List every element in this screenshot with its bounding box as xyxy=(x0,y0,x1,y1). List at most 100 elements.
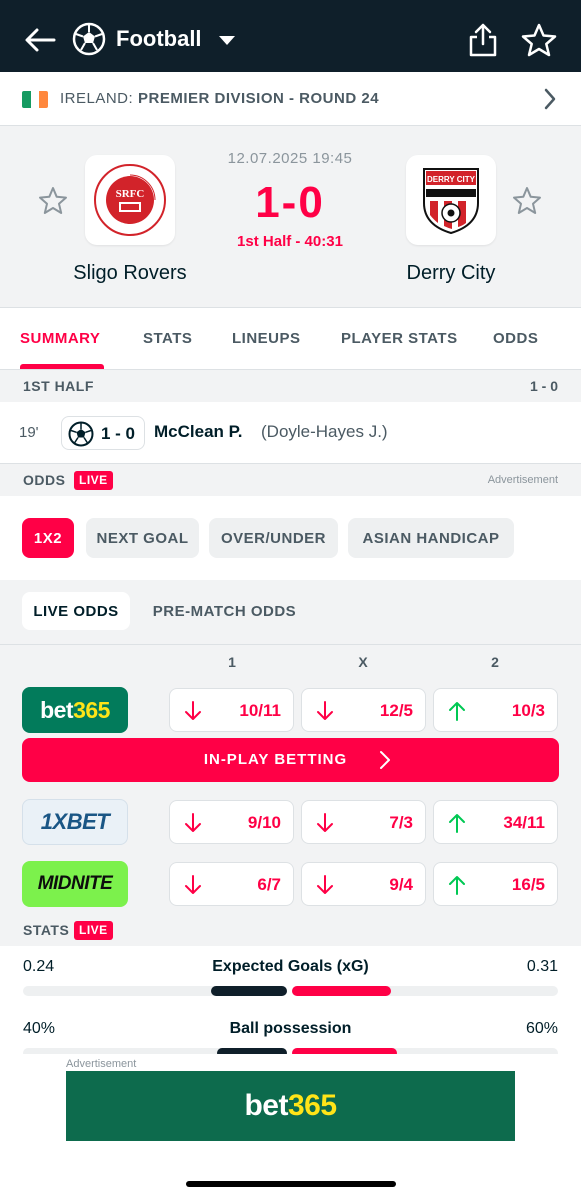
first-half-score: 1 - 0 xyxy=(529,378,558,394)
odds-col-away: 2 xyxy=(491,654,499,670)
trend-down-icon xyxy=(317,875,333,894)
ad-brand-text: bet365bet365 xyxy=(244,1089,337,1122)
stat-home-bar xyxy=(211,986,287,996)
midnite-logo-text: MIDNITE xyxy=(37,873,113,894)
filter-next-goal[interactable]: NEXT GOAL xyxy=(86,518,199,558)
odds-value: 9/4 xyxy=(389,875,413,894)
tab-odds[interactable]: ODDS xyxy=(493,330,538,347)
sport-dropdown-caret-icon[interactable] xyxy=(219,36,235,45)
home-team-favorite-star-icon[interactable] xyxy=(38,186,68,216)
odds-cell[interactable]: 10/3 xyxy=(433,688,558,732)
sport-title[interactable]: Football xyxy=(116,26,202,52)
chevron-right-icon xyxy=(380,751,390,769)
first-half-label: 1ST HALF xyxy=(23,378,94,394)
odds-market-filter: 1X2 NEXT GOAL OVER/UNDER ASIAN HANDICAP xyxy=(0,496,581,580)
odds-value: 12/5 xyxy=(379,701,413,720)
ireland-flag-icon xyxy=(22,91,48,108)
odds-header: ODDS LIVE Advertisement xyxy=(0,464,581,496)
back-arrow-icon[interactable] xyxy=(22,22,58,58)
trend-down-icon xyxy=(185,701,201,720)
trend-up-icon xyxy=(449,814,465,833)
stat-home-bar-track xyxy=(23,986,287,996)
odds-col-draw: X xyxy=(358,654,368,670)
crest-letters: SRFC xyxy=(116,188,145,200)
in-play-betting-button[interactable]: IN-PLAY BETTING xyxy=(22,738,559,782)
pre-match-odds-toggle[interactable]: PRE-MATCH ODDS xyxy=(142,592,307,630)
competition-league: PREMIER DIVISION - ROUND 24 xyxy=(138,90,380,107)
stats-label: STATS xyxy=(23,922,70,938)
odds-column-headers: 1 X 2 xyxy=(0,644,581,678)
scorer-name[interactable]: McClean P. xyxy=(154,422,243,442)
odds-value: 6/7 xyxy=(257,875,281,894)
away-team-logo[interactable]: DERRY CITY xyxy=(406,155,496,245)
odds-cell[interactable]: 10/11 xyxy=(169,688,294,732)
odds-live-badge: LIVE xyxy=(74,471,113,490)
trend-down-icon xyxy=(185,813,201,832)
odds-cell[interactable]: 34/11 xyxy=(433,800,558,844)
stat-row-xg[interactable]: 0.24 Expected Goals (xG) 0.31 xyxy=(0,946,581,1008)
bet365-ad-banner[interactable]: bet365bet365 xyxy=(66,1071,515,1141)
stats-live-badge: LIVE xyxy=(74,921,113,940)
bookmaker-midnite-logo[interactable]: MIDNITE xyxy=(22,861,128,907)
ad-container: Advertisement bet365bet365 xyxy=(0,1054,581,1200)
trend-down-icon xyxy=(317,701,333,720)
filter-1x2[interactable]: 1X2 xyxy=(22,518,74,558)
tab-stats[interactable]: STATS xyxy=(143,330,192,347)
odds-cell[interactable]: 7/3 xyxy=(301,800,426,844)
goal-ball-icon xyxy=(68,421,94,447)
filter-over-under[interactable]: OVER/UNDER xyxy=(209,518,338,558)
stat-away-value: 0.31 xyxy=(526,958,558,975)
odds-label: ODDS xyxy=(23,472,66,488)
trend-up-icon xyxy=(449,702,465,721)
odds-col-home: 1 xyxy=(228,654,236,670)
assist-name[interactable]: (Doyle-Hayes J.) xyxy=(261,422,388,442)
match-score: 1-0 xyxy=(255,178,325,227)
match-tabs: SUMMARY STATS LINEUPS PLAYER STATS ODDS xyxy=(0,308,581,370)
share-icon[interactable] xyxy=(466,22,500,58)
odds-cell[interactable]: 16/5 xyxy=(433,862,558,906)
stat-name: Expected Goals (xG) xyxy=(212,958,369,975)
stat-away-bar-track xyxy=(292,986,558,996)
filter-asian-handicap[interactable]: ASIAN HANDICAP xyxy=(348,518,514,558)
incident-score: 1 - 0 xyxy=(101,424,136,443)
live-odds-toggle[interactable]: LIVE ODDS xyxy=(22,592,130,630)
1xbet-logo-text: 1XBET xyxy=(40,809,110,834)
tab-summary[interactable]: SUMMARY xyxy=(20,330,100,347)
home-indicator[interactable] xyxy=(186,1181,396,1187)
odds-value: 34/11 xyxy=(503,813,545,832)
home-team-logo[interactable]: SRFC xyxy=(85,155,175,245)
first-half-header: 1ST HALF 1 - 0 xyxy=(0,370,581,402)
tab-lineups[interactable]: LINEUPS xyxy=(232,330,301,347)
goal-event-badge: 1 - 0 xyxy=(61,416,145,450)
odds-cell[interactable]: 6/7 xyxy=(169,862,294,906)
stats-header: STATS LIVE xyxy=(0,914,581,946)
in-play-betting-label: IN-PLAY BETTING xyxy=(203,751,348,768)
favorite-star-icon[interactable] xyxy=(520,22,558,58)
stat-away-value: 60% xyxy=(525,1020,558,1037)
odds-cell[interactable]: 12/5 xyxy=(301,688,426,732)
active-tab-indicator xyxy=(20,364,104,369)
bookmaker-bet365-logo[interactable]: bet365bet365 xyxy=(22,687,128,733)
tab-player-stats[interactable]: PLAYER STATS xyxy=(341,330,458,347)
odds-cell[interactable]: 9/4 xyxy=(301,862,426,906)
football-icon xyxy=(72,22,106,56)
chevron-right-icon xyxy=(544,88,556,110)
odds-value: 16/5 xyxy=(511,875,545,894)
sligo-rovers-crest-icon: SRFC xyxy=(94,164,166,236)
away-team-favorite-star-icon[interactable] xyxy=(512,186,542,216)
trend-down-icon xyxy=(185,875,201,894)
odds-cell[interactable]: 9/10 xyxy=(169,800,294,844)
bet365-logo-text: bet365bet365 xyxy=(40,696,110,723)
trend-up-icon xyxy=(449,876,465,895)
goal-incident-row[interactable]: 19' 1 - 0 McClean P. (Doyle-Hayes J.) xyxy=(0,402,581,464)
competition-row[interactable]: IRELAND: PREMIER DIVISION - ROUND 24 xyxy=(0,72,581,126)
away-team-name[interactable]: Derry City xyxy=(351,262,551,285)
ad-label: Advertisement xyxy=(66,1058,137,1070)
derry-city-crest-icon: DERRY CITY xyxy=(423,168,479,235)
bookmaker-1xbet-logo[interactable]: 1XBET xyxy=(22,799,128,845)
crest-top-text: DERRY CITY xyxy=(427,175,476,184)
advertisement-label: Advertisement xyxy=(487,474,558,486)
odds-value: 9/10 xyxy=(247,813,281,832)
competition-country: IRELAND: xyxy=(60,90,134,107)
home-team-name[interactable]: Sligo Rovers xyxy=(30,262,230,285)
